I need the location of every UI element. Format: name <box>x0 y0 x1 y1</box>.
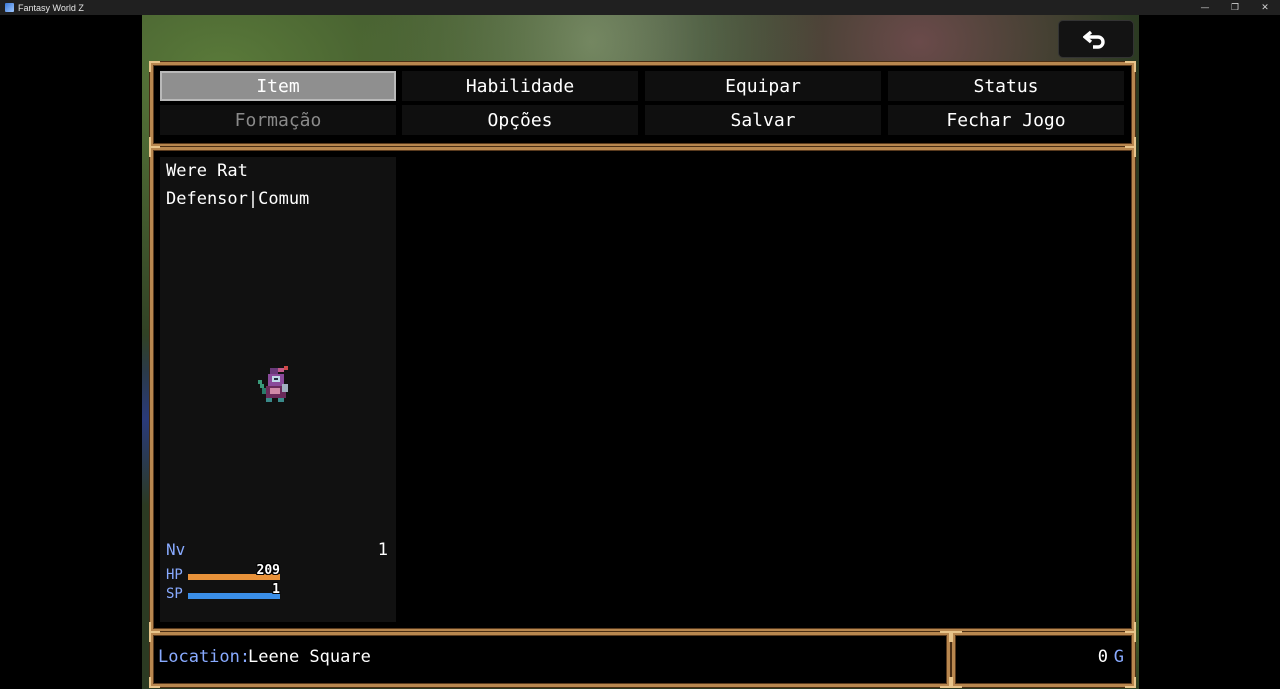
sp-value: 1 <box>272 582 280 597</box>
actor-panel[interactable]: Were Rat Defensor|Comum Nv 1 HP 209 SP 1 <box>160 157 396 622</box>
app-icon <box>5 3 14 12</box>
actor-class: Defensor|Comum <box>166 189 310 209</box>
close-button[interactable]: ✕ <box>1250 0 1280 15</box>
command-menu: Item Habilidade Equipar Status Formação … <box>149 61 1136 148</box>
sp-label: SP <box>166 586 183 602</box>
menu-item-fechar-jogo[interactable]: Fechar Jogo <box>888 105 1124 135</box>
window-title: Fantasy World Z <box>18 2 84 13</box>
sp-gauge: SP 1 <box>166 582 286 602</box>
window-titlebar: Fantasy World Z — ❐ ✕ <box>0 0 1280 15</box>
menu-item-item[interactable]: Item <box>160 71 396 101</box>
location-value: Leene Square <box>248 647 371 667</box>
hp-value: 209 <box>256 563 280 578</box>
menu-item-formacao[interactable]: Formação <box>160 105 396 135</box>
party-window: Were Rat Defensor|Comum Nv 1 HP 209 SP 1 <box>149 146 1136 633</box>
menu-item-equipar[interactable]: Equipar <box>645 71 881 101</box>
menu-item-status[interactable]: Status <box>888 71 1124 101</box>
gold-value: 0 <box>1097 647 1108 667</box>
game-screen: Item Habilidade Equipar Status Formação … <box>142 15 1139 689</box>
level-value: 1 <box>377 540 388 560</box>
minimize-button[interactable]: — <box>1190 0 1220 15</box>
location-window: Location: Leene Square <box>149 631 951 688</box>
maximize-button[interactable]: ❐ <box>1220 0 1250 15</box>
level-label: Nv <box>166 540 186 559</box>
gold-window: 0 G <box>951 631 1136 688</box>
hp-label: HP <box>166 567 183 583</box>
menu-item-opcoes[interactable]: Opções <box>402 105 638 135</box>
gold-unit: G <box>1113 647 1124 667</box>
actor-name: Were Rat <box>166 161 248 181</box>
menu-item-salvar[interactable]: Salvar <box>645 105 881 135</box>
back-button[interactable] <box>1058 20 1134 58</box>
window-controls: — ❐ ✕ <box>1190 0 1280 15</box>
location-label: Location: <box>158 647 251 667</box>
were-rat-sprite <box>258 366 288 402</box>
hp-gauge: HP 209 <box>166 563 286 583</box>
menu-item-habilidade[interactable]: Habilidade <box>402 71 638 101</box>
back-arrow-icon <box>1083 30 1105 49</box>
